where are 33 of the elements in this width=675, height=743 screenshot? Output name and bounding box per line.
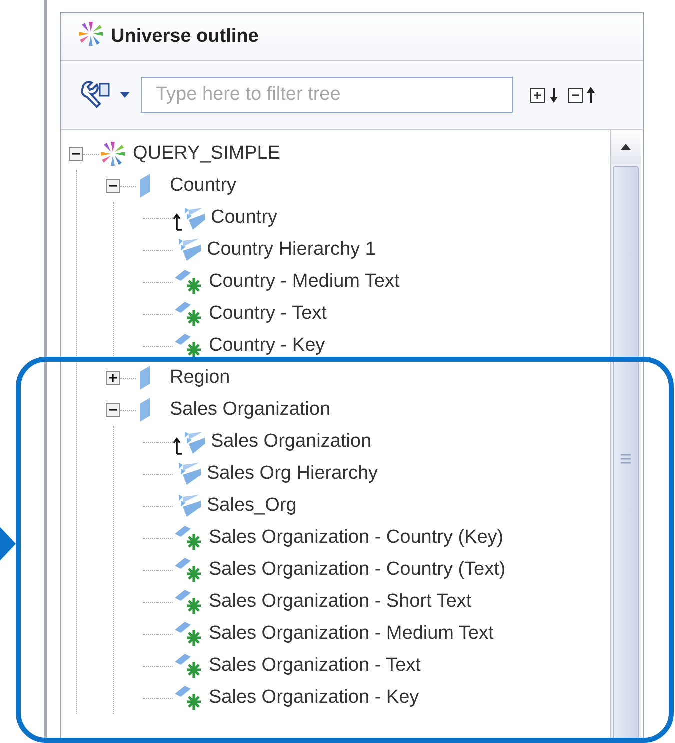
tree-item[interactable]: Sales Organization - Short Text bbox=[209, 591, 472, 613]
wrench-icon bbox=[79, 80, 113, 110]
tree-item[interactable]: Sales Organization bbox=[170, 399, 331, 421]
tree-item[interactable]: Region bbox=[170, 367, 230, 389]
flower-icon bbox=[77, 20, 105, 48]
minus-up-arrow-icon bbox=[567, 85, 597, 105]
scroll-up-button[interactable] bbox=[611, 130, 641, 164]
tree-item[interactable]: Sales Org Hierarchy bbox=[207, 463, 378, 485]
tree-item[interactable]: Sales Organization - Country (Text) bbox=[209, 559, 506, 581]
pointer-arrow-icon bbox=[0, 527, 16, 561]
tree-item[interactable]: Country - Key bbox=[209, 335, 326, 357]
flower-icon bbox=[99, 140, 127, 168]
tree-item[interactable]: Country bbox=[170, 175, 237, 197]
caret-icon bbox=[119, 91, 131, 99]
expand-toggle[interactable] bbox=[106, 371, 120, 385]
collapse-toggle[interactable] bbox=[106, 179, 120, 193]
tree-item[interactable]: Sales Organization - Text bbox=[209, 655, 421, 677]
grip-icon bbox=[620, 452, 632, 464]
tree-item[interactable]: Country Hierarchy 1 bbox=[207, 239, 376, 261]
tree-item[interactable]: Sales_Org bbox=[207, 495, 297, 517]
tree-item[interactable]: QUERY_SIMPLE bbox=[133, 143, 280, 165]
tree-item[interactable]: Sales Organization - Country (Key) bbox=[209, 527, 504, 549]
filter-field[interactable]: Type here to filter tree bbox=[141, 77, 513, 113]
collapse-toggle[interactable] bbox=[69, 147, 83, 161]
panel-title: Universe outline bbox=[111, 26, 259, 48]
tree-item[interactable]: Sales Organization bbox=[211, 431, 372, 453]
collapse-toggle[interactable] bbox=[106, 403, 120, 417]
tree-item[interactable]: Country bbox=[211, 207, 278, 229]
tree-item[interactable]: Country - Text bbox=[209, 303, 327, 325]
tree-item[interactable]: Country - Medium Text bbox=[209, 271, 400, 293]
up-arrow-icon bbox=[621, 143, 631, 151]
tree-item[interactable]: Sales Organization - Medium Text bbox=[209, 623, 494, 645]
tree-item[interactable]: Sales Organization - Key bbox=[209, 687, 420, 709]
